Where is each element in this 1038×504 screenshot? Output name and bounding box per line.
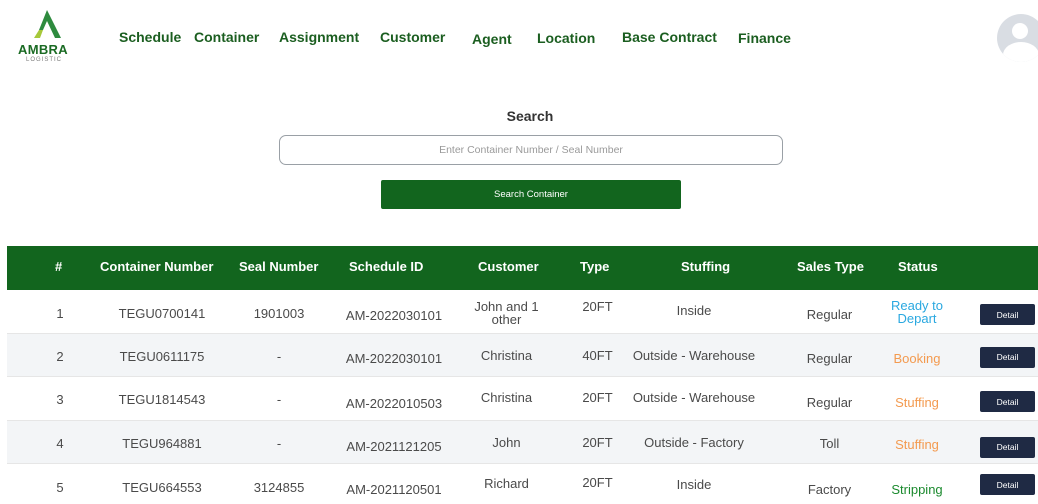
schedule-id: AM-2022030101	[345, 308, 443, 323]
row-number: 2	[56, 348, 64, 364]
container-type: 20FT	[582, 299, 613, 314]
search-input[interactable]	[279, 135, 783, 165]
nav-container[interactable]: Container	[194, 29, 259, 45]
header-number: #	[55, 259, 63, 274]
table-row: 4 TEGU964881 - AM-2021121205 John 20FT Outside…	[7, 420, 1038, 464]
avatar-head	[1012, 23, 1028, 39]
schedule-id: AM-2021121205	[346, 438, 442, 454]
status-badge: Booking	[893, 350, 941, 366]
search-title: Search	[506, 108, 554, 124]
sales-type: Toll	[819, 435, 840, 451]
seal-number: -	[276, 392, 282, 407]
stuffing: Inside	[676, 303, 712, 318]
seal-number: 3124855	[253, 480, 305, 495]
search-container-button[interactable]: Search Container	[381, 180, 681, 209]
nav-customer[interactable]: Customer	[380, 29, 445, 45]
table-row: 2 TEGU0611175 - AM-2022030101 Christina 40FT O…	[7, 333, 1038, 377]
stuffing: Outside - Warehouse	[632, 347, 756, 363]
container-number: TEGU0611175	[119, 348, 205, 364]
stuffing: Inside	[676, 477, 712, 492]
container-type: 20FT	[582, 434, 613, 450]
row-number: 1	[56, 306, 64, 321]
row-number: 4	[56, 435, 64, 451]
user-avatar-icon[interactable]	[997, 14, 1038, 62]
schedule-id: AM-2021120501	[346, 482, 442, 497]
table-body: 1 TEGU0700141 1901003 AM-2022030101 John and…	[7, 290, 1038, 504]
nav-finance[interactable]: Finance	[738, 30, 791, 46]
header-type: Type	[580, 259, 610, 274]
row-number: 3	[56, 392, 64, 407]
detail-button[interactable]: Detail	[980, 391, 1035, 412]
status-badge: Stuffing	[895, 395, 939, 410]
header-customer: Customer	[478, 259, 539, 274]
seal-number: -	[276, 348, 282, 364]
customer-name: John	[492, 434, 521, 450]
avatar-body	[1003, 42, 1038, 62]
container-table: # Container Number Seal Number Schedule …	[7, 246, 1038, 504]
detail-button[interactable]: Detail	[980, 474, 1035, 495]
customer-name: Christina	[480, 390, 533, 405]
container-number: TEGU664553	[122, 480, 202, 495]
header-sales-type: Sales Type	[797, 259, 864, 274]
schedule-id: AM-2022010503	[345, 396, 443, 411]
table-row: 1 TEGU0700141 1901003 AM-2022030101 John and…	[7, 290, 1038, 334]
status-badge: Stuffing	[895, 436, 939, 452]
nav-agent[interactable]: Agent	[472, 31, 512, 47]
sales-type: Regular	[806, 395, 853, 410]
nav-base-contract[interactable]: Base Contract	[622, 29, 717, 45]
seal-number: 1901003	[253, 306, 305, 321]
stuffing: Outside - Factory	[644, 434, 744, 450]
table-row: 5 TEGU664553 3124855 AM-2021120501 Richard 20…	[7, 464, 1038, 504]
header-status: Status	[898, 259, 938, 274]
customer-name: John and 1 other	[474, 299, 539, 327]
detail-button[interactable]: Detail	[980, 436, 1035, 458]
header-seal-number: Seal Number	[239, 259, 319, 274]
header-stuffing: Stuffing	[681, 259, 731, 274]
seal-number: -	[276, 435, 282, 451]
customer-name: Richard	[484, 476, 529, 491]
schedule-id: AM-2022030101	[345, 350, 443, 366]
sales-type: Regular	[806, 307, 853, 322]
ambra-logo-icon	[34, 10, 61, 38]
table-row: 3 TEGU1814543 - AM-2022010503 Christina 20FT O…	[7, 377, 1038, 421]
container-number: TEGU964881	[122, 435, 202, 451]
nav-assignment[interactable]: Assignment	[279, 29, 359, 45]
container-number: TEGU0700141	[118, 306, 206, 321]
sales-type: Factory	[807, 482, 852, 497]
nav-location[interactable]: Location	[537, 30, 595, 46]
status-badge: Stripping	[891, 482, 943, 497]
customer-name: Christina	[480, 347, 533, 363]
container-type: 20FT	[582, 390, 613, 405]
brand-tagline: LOGISTIC	[26, 57, 63, 63]
stuffing: Outside - Warehouse	[632, 390, 756, 405]
header-schedule-id: Schedule ID	[349, 259, 424, 274]
brand-logo[interactable]: AMBRA LOGISTIC	[14, 8, 80, 64]
status-badge: Ready to Depart	[890, 298, 944, 326]
container-type: 20FT	[582, 475, 613, 490]
header-container-number: Container Number	[100, 259, 214, 274]
detail-button[interactable]: Detail	[980, 304, 1035, 325]
table-header: # Container Number Seal Number Schedule …	[7, 246, 1038, 290]
detail-button[interactable]: Detail	[980, 346, 1035, 368]
container-number: TEGU1814543	[118, 392, 206, 407]
brand-name: AMBRA	[18, 42, 68, 57]
row-number: 5	[56, 480, 64, 495]
nav-schedule[interactable]: Schedule	[119, 29, 181, 45]
container-type: 40FT	[582, 347, 613, 363]
sales-type: Regular	[806, 350, 853, 366]
